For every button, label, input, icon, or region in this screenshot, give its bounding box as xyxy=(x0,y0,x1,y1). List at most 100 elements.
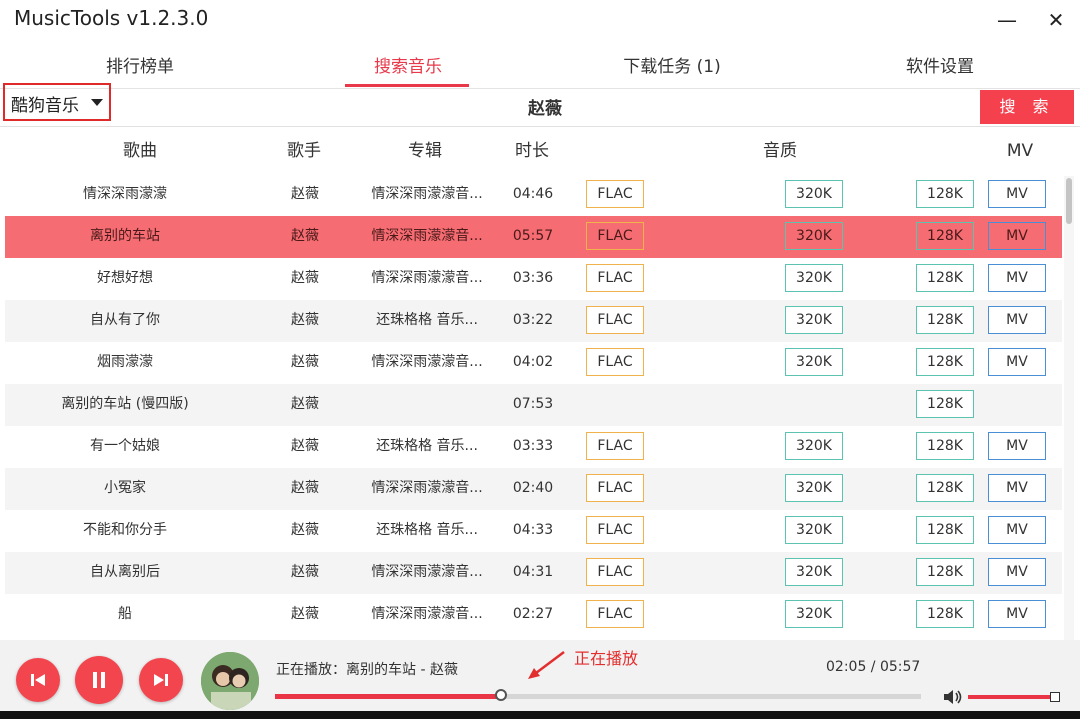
flac-download-button[interactable]: FLAC xyxy=(586,600,644,628)
song-row[interactable]: 离别的车站 (慢四版) 赵薇 07:53 128K xyxy=(5,384,1062,426)
mv-download-button[interactable]: MV xyxy=(988,222,1046,250)
volume-handle[interactable] xyxy=(1050,692,1060,702)
mv-download-button[interactable]: MV xyxy=(988,180,1046,208)
song-row[interactable]: 不能和你分手 赵薇 还珠格格 音乐... 04:33 FLAC 320K 128K MV xyxy=(5,510,1062,552)
flac-download-button[interactable]: FLAC xyxy=(586,180,644,208)
song-row[interactable]: 有一个姑娘 赵薇 还珠格格 音乐... 03:33 FLAC 320K 128K MV xyxy=(5,426,1062,468)
prev-button[interactable] xyxy=(16,658,60,702)
mv-download-button[interactable]: MV xyxy=(988,558,1046,586)
128k-download-button[interactable]: 128K xyxy=(916,306,974,334)
flac-download-button[interactable]: FLAC xyxy=(586,306,644,334)
song-row[interactable]: 自从有了你 赵薇 还珠格格 音乐... 03:22 FLAC 320K 128K MV xyxy=(5,300,1062,342)
app-title: MusicTools v1.2.3.0 xyxy=(14,6,209,30)
flac-download-button[interactable]: FLAC xyxy=(586,474,644,502)
song-duration: 03:33 xyxy=(512,438,554,454)
128k-download-button[interactable]: 128K xyxy=(916,222,974,250)
128k-download-button[interactable]: 128K xyxy=(916,432,974,460)
search-button[interactable]: 搜 索 xyxy=(980,90,1074,124)
flac-download-button[interactable]: FLAC xyxy=(586,264,644,292)
128k-download-button[interactable]: 128K xyxy=(916,348,974,376)
128k-download-button[interactable]: 128K xyxy=(916,264,974,292)
128k-download-button[interactable]: 128K xyxy=(916,390,974,418)
song-title: 自从离别后 xyxy=(90,564,160,580)
mv-download-button[interactable]: MV xyxy=(988,600,1046,628)
320k-download-button[interactable]: 320K xyxy=(785,558,843,586)
320k-download-button[interactable]: 320K xyxy=(785,600,843,628)
next-button[interactable] xyxy=(139,658,183,702)
pause-icon xyxy=(93,672,105,688)
song-artist: 赵薇 xyxy=(291,186,319,202)
source-select[interactable]: 酷狗音乐 xyxy=(3,83,111,121)
scroll-thumb[interactable] xyxy=(1066,178,1072,224)
320k-download-button[interactable]: 320K xyxy=(785,432,843,460)
song-title: 有一个姑娘 xyxy=(90,438,160,454)
128k-download-button[interactable]: 128K xyxy=(916,180,974,208)
128k-download-button[interactable]: 128K xyxy=(916,516,974,544)
tab-search-music[interactable]: 搜索音乐 xyxy=(328,42,488,90)
song-duration: 03:36 xyxy=(512,270,554,286)
tab-downloads[interactable]: 下载任务 (1) xyxy=(592,42,752,90)
column-header-album[interactable]: 专辑 xyxy=(365,132,485,170)
song-duration: 03:22 xyxy=(512,312,554,328)
flac-download-button[interactable]: FLAC xyxy=(586,222,644,250)
column-header-artist[interactable]: 歌手 xyxy=(264,132,344,170)
mv-download-button[interactable]: MV xyxy=(988,348,1046,376)
320k-download-button[interactable]: 320K xyxy=(785,222,843,250)
close-icon[interactable]: ✕ xyxy=(1041,6,1071,34)
progress-handle[interactable] xyxy=(495,689,508,701)
divider xyxy=(0,126,1080,127)
320k-download-button[interactable]: 320K xyxy=(785,474,843,502)
320k-download-button[interactable]: 320K xyxy=(785,180,843,208)
flac-download-button[interactable]: FLAC xyxy=(586,348,644,376)
annotation-arrow-icon xyxy=(528,651,565,679)
song-row[interactable]: 自从离别后 赵薇 情深深雨濛濛音... 04:31 FLAC 320K 128K MV xyxy=(5,552,1062,594)
scrollbar[interactable] xyxy=(1064,176,1074,640)
song-duration: 04:02 xyxy=(512,354,554,370)
flac-download-button[interactable]: FLAC xyxy=(586,516,644,544)
song-artist: 赵薇 xyxy=(291,522,319,538)
song-row[interactable]: 烟雨濛濛 赵薇 情深深雨濛濛音... 04:02 FLAC 320K 128K MV xyxy=(5,342,1062,384)
column-header-duration[interactable]: 时长 xyxy=(502,132,562,170)
search-input[interactable]: 赵薇 xyxy=(112,93,978,125)
song-row[interactable]: 小冤家 赵薇 情深深雨濛濛音... 02:40 FLAC 320K 128K MV xyxy=(5,468,1062,510)
progress-bar[interactable] xyxy=(275,689,921,701)
volume-icon[interactable] xyxy=(942,688,964,706)
column-header-song[interactable]: 歌曲 xyxy=(70,132,210,170)
volume-slider[interactable] xyxy=(968,695,1056,699)
128k-download-button[interactable]: 128K xyxy=(916,558,974,586)
song-title: 船 xyxy=(118,606,132,622)
song-row[interactable]: 情深深雨濛濛 赵薇 情深深雨濛濛音... 04:46 FLAC 320K 128K MV xyxy=(5,174,1062,216)
song-artist: 赵薇 xyxy=(291,564,319,580)
song-artist: 赵薇 xyxy=(291,228,319,244)
128k-download-button[interactable]: 128K xyxy=(916,474,974,502)
mv-download-button[interactable]: MV xyxy=(988,516,1046,544)
flac-download-button[interactable]: FLAC xyxy=(586,558,644,586)
song-duration: 05:57 xyxy=(512,228,554,244)
song-artist: 赵薇 xyxy=(291,480,319,496)
128k-download-button[interactable]: 128K xyxy=(916,600,974,628)
mv-download-button[interactable]: MV xyxy=(988,432,1046,460)
song-album: 情深深雨濛濛音... xyxy=(371,354,483,370)
song-row[interactable]: 好想好想 赵薇 情深深雨濛濛音... 03:36 FLAC 320K 128K MV xyxy=(5,258,1062,300)
pause-button[interactable] xyxy=(75,656,123,704)
320k-download-button[interactable]: 320K xyxy=(785,348,843,376)
320k-download-button[interactable]: 320K xyxy=(785,264,843,292)
320k-download-button[interactable]: 320K xyxy=(785,516,843,544)
tab-settings[interactable]: 软件设置 xyxy=(860,42,1020,90)
song-album: 还珠格格 音乐... xyxy=(376,312,478,328)
prev-icon xyxy=(31,674,45,686)
minimize-icon[interactable]: — xyxy=(992,6,1022,34)
mv-download-button[interactable]: MV xyxy=(988,264,1046,292)
mv-download-button[interactable]: MV xyxy=(988,306,1046,334)
song-row[interactable]: 离别的车站 赵薇 情深深雨濛濛音... 05:57 FLAC 320K 128K MV xyxy=(5,216,1062,258)
320k-download-button[interactable]: 320K xyxy=(785,306,843,334)
song-title: 自从有了你 xyxy=(90,312,160,328)
song-duration: 02:27 xyxy=(512,606,554,622)
flac-download-button[interactable]: FLAC xyxy=(586,432,644,460)
song-duration: 04:33 xyxy=(512,522,554,538)
song-row[interactable]: 船 赵薇 情深深雨濛濛音... 02:27 FLAC 320K 128K MV xyxy=(5,594,1062,636)
mv-download-button[interactable]: MV xyxy=(988,474,1046,502)
song-album: 还珠格格 音乐... xyxy=(376,522,478,538)
column-header-quality: 音质 xyxy=(763,141,797,161)
song-album xyxy=(357,384,497,426)
